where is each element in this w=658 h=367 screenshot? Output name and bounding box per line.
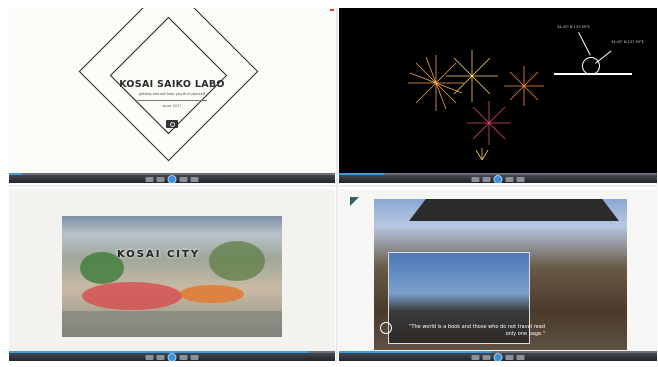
forward-icon[interactable] bbox=[505, 355, 514, 360]
boat-race-graphic bbox=[62, 241, 282, 337]
labo-since: since 2017 bbox=[162, 104, 182, 108]
player-control-bar[interactable] bbox=[9, 173, 335, 183]
forward-icon[interactable] bbox=[179, 177, 188, 182]
horizontal-divider bbox=[9, 185, 657, 187]
quote-line-2: only one page." bbox=[505, 331, 545, 337]
quote-line-1: "The world is a book and those who do no… bbox=[409, 324, 545, 330]
player-control-bar[interactable] bbox=[339, 351, 657, 361]
coords-left: 34.43° N 137.39°E bbox=[557, 25, 590, 29]
gate-roof bbox=[409, 199, 619, 221]
divider-line bbox=[137, 100, 207, 101]
video-panel-kosai-city[interactable]: KOSAI CITY bbox=[9, 189, 335, 361]
prev-icon[interactable] bbox=[145, 355, 154, 360]
prev-icon[interactable] bbox=[145, 177, 154, 182]
travel-quote: "The world is a book and those who do no… bbox=[395, 324, 545, 338]
video-panel-gate[interactable]: "The world is a book and those who do no… bbox=[339, 189, 657, 361]
player-control-bar[interactable] bbox=[9, 351, 335, 361]
fireworks-image bbox=[384, 28, 619, 170]
coords-right: 34.43° N 137.39°E bbox=[611, 40, 644, 44]
rewind-icon[interactable] bbox=[156, 355, 165, 360]
camera-icon bbox=[166, 120, 178, 128]
player-control-bar[interactable] bbox=[339, 173, 657, 183]
rewind-icon[interactable] bbox=[482, 177, 491, 182]
play-button[interactable] bbox=[493, 175, 503, 183]
labo-tagline: getting lost will help you find yourself bbox=[139, 92, 205, 96]
forward-icon[interactable] bbox=[179, 355, 188, 360]
horizon-line bbox=[554, 73, 632, 75]
forward-icon[interactable] bbox=[505, 177, 514, 182]
video-panel-fireworks[interactable]: 34.43° N 137.39°E 34.43° N 137.39°E bbox=[339, 8, 657, 183]
play-button[interactable] bbox=[167, 353, 177, 361]
prev-icon[interactable] bbox=[471, 355, 480, 360]
rewind-icon[interactable] bbox=[156, 177, 165, 182]
next-icon[interactable] bbox=[516, 355, 525, 360]
fireworks-graphic bbox=[408, 50, 544, 161]
prev-icon[interactable] bbox=[471, 177, 480, 182]
kosai-photo bbox=[62, 216, 282, 337]
next-icon[interactable] bbox=[190, 177, 199, 182]
video-panel-labo[interactable]: KOSAI SAIKO LABO getting lost will help … bbox=[9, 8, 335, 183]
labo-title: KOSAI SAIKO LABO bbox=[119, 79, 225, 90]
play-button[interactable] bbox=[493, 353, 503, 361]
red-indicator bbox=[330, 9, 334, 11]
next-icon[interactable] bbox=[516, 177, 525, 182]
next-icon[interactable] bbox=[190, 355, 199, 360]
compass-icon bbox=[380, 322, 392, 334]
rewind-icon[interactable] bbox=[482, 355, 491, 360]
kosai-title: KOSAI CITY bbox=[117, 249, 201, 260]
play-button[interactable] bbox=[167, 175, 177, 183]
corner-marker bbox=[350, 197, 359, 206]
